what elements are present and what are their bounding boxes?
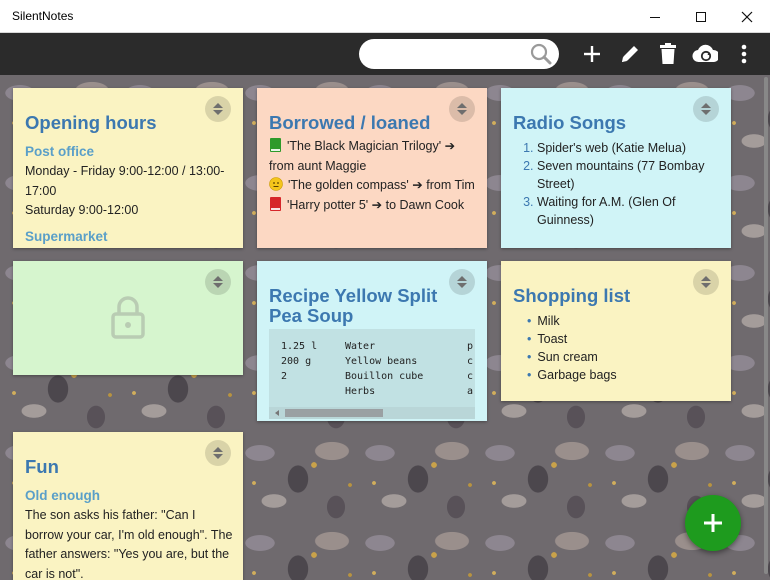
table-cell: 200 g: [281, 356, 312, 367]
smiley-icon: [269, 177, 283, 191]
more-vert-icon: [741, 44, 747, 64]
add-icon: [704, 514, 722, 532]
horizontal-scrollbar[interactable]: [269, 407, 475, 419]
table-row: 200 g Yellow beans c: [281, 356, 473, 371]
scroll-left-icon[interactable]: [273, 409, 281, 417]
table-cell: p: [467, 341, 474, 352]
list-item: • Garbage bags: [527, 368, 617, 382]
cloud-sync-icon: [692, 44, 718, 63]
note-shopping-list[interactable]: Shopping list • Milk • Toast • Sun cream • G…: [501, 261, 731, 401]
maximize-icon: [696, 11, 706, 22]
list-item: 'The golden compass' ➔ from Tim: [269, 176, 477, 196]
text-line: Saturday 9:00-12:00: [25, 203, 139, 217]
add-note-button[interactable]: [579, 41, 605, 67]
section-heading: Old enough: [25, 488, 100, 503]
table-cell: Bouillon cube: [345, 371, 424, 382]
table-row: 2 Bouillon cube c: [281, 371, 473, 386]
note-title: Shopping list: [513, 285, 631, 306]
section-heading: Supermarket: [25, 228, 108, 244]
delete-button[interactable]: [655, 41, 681, 67]
item-text: Toast: [537, 332, 568, 346]
edit-button[interactable]: [617, 41, 643, 67]
vertical-scrollbar[interactable]: [762, 75, 770, 580]
table-row: Herbs a: [281, 386, 473, 401]
note-locked[interactable]: [13, 261, 243, 375]
code-block[interactable]: 1.25 l Water p 200 g Yellow beans c 2 Bouillo…: [269, 329, 475, 419]
note-title: Opening hours: [25, 112, 157, 133]
note-body: Spider's web (Katie Melua) Seven mountai…: [513, 139, 721, 229]
notes-board[interactable]: Opening hours Post office Monday - Frida…: [0, 75, 770, 580]
text-line: Monday - Friday 9:00-12:00 / 13:00-17:00: [25, 164, 225, 198]
recipe-table: 1.25 l Water p 200 g Yellow beans c 2 Bouillo…: [281, 341, 473, 401]
green-book-icon: [270, 138, 281, 152]
scrollbar-thumb[interactable]: [764, 77, 768, 574]
list-item: Spider's web (Katie Melua): [537, 139, 721, 157]
list-item: Waiting for A.M. (Glen Of Guinness): [537, 193, 721, 229]
list-item: • Toast: [527, 332, 568, 346]
note-title: Recipe Yellow Split Pea Soup: [269, 285, 438, 326]
search-box[interactable]: [359, 39, 559, 69]
search-icon[interactable]: [529, 43, 553, 69]
search-input[interactable]: [371, 44, 521, 64]
note-title: Radio Songs: [513, 112, 627, 133]
note-body: • Milk • Toast • Sun cream • Garbage bags: [525, 312, 721, 384]
item-text: 'The Black Magician Trilogy' ➔ from aunt…: [269, 139, 456, 173]
close-button[interactable]: [724, 0, 770, 33]
list-item: Seven mountains (77 Bombay Street): [537, 157, 721, 193]
item-text: 'Harry potter 5' ➔ to Dawn Cook: [287, 197, 465, 212]
note-fun[interactable]: Fun Old enough The son asks his father: …: [13, 432, 243, 580]
minimize-button[interactable]: [632, 0, 678, 33]
item-text: Sun cream: [537, 350, 598, 364]
add-note-fab[interactable]: [685, 495, 741, 551]
note-opening-hours[interactable]: Opening hours Post office Monday - Frida…: [13, 88, 243, 248]
item-text: 'The golden compass' ➔ from Tim: [288, 178, 475, 192]
note-radio-songs[interactable]: Radio Songs Spider's web (Katie Melua) S…: [501, 88, 731, 248]
drag-updown-icon: [213, 276, 223, 288]
item-text: Garbage bags: [537, 368, 617, 382]
table-cell: 2: [281, 371, 288, 382]
note-recipe[interactable]: Recipe Yellow Split Pea Soup 1.25 l Water…: [257, 261, 487, 421]
pencil-icon: [622, 46, 638, 62]
title-bar: SilentNotes: [0, 0, 770, 33]
maximize-button[interactable]: [678, 0, 724, 33]
minimize-icon: [650, 16, 660, 18]
table-cell: 1.25 l: [281, 341, 318, 352]
window-title: SilentNotes: [12, 9, 74, 23]
table-cell: Herbs: [345, 386, 376, 397]
note-body: Post office Monday - Friday 9:00-12:00 /…: [25, 142, 233, 247]
table-cell: Water: [345, 341, 376, 352]
note-body: Old enough The son asks his father: "Can…: [25, 486, 233, 580]
drag-handle[interactable]: [205, 269, 231, 295]
table-cell: a: [467, 386, 474, 397]
list-item: 'The Black Magician Trilogy' ➔ from aunt…: [269, 137, 477, 176]
scrollbar-thumb[interactable]: [285, 409, 383, 417]
table-cell: Yellow beans: [345, 356, 418, 367]
table-cell: c: [467, 356, 474, 367]
lock-icon: [111, 296, 145, 339]
table-row: 1.25 l Water p: [281, 341, 473, 356]
note-title: Fun: [25, 456, 59, 477]
list-item: • Milk: [527, 314, 560, 328]
table-cell: [281, 386, 345, 401]
note-body: 'The Black Magician Trilogy' ➔ from aunt…: [269, 137, 477, 215]
close-icon: [741, 11, 753, 22]
list-item: • Sun cream: [527, 350, 598, 364]
note-text: The son asks his father: "Can I borrow y…: [25, 508, 233, 580]
ordered-list: Spider's web (Katie Melua) Seven mountai…: [513, 139, 721, 229]
toolbar: [0, 33, 770, 75]
bullet-list: • Milk • Toast • Sun cream • Garbage bags: [525, 312, 721, 384]
note-title: Borrowed / loaned: [269, 112, 431, 133]
item-text: Milk: [537, 314, 560, 328]
add-icon: [584, 46, 600, 62]
trash-icon: [660, 43, 676, 64]
sync-button[interactable]: [692, 41, 718, 67]
table-cell: c: [467, 371, 474, 382]
more-menu-button[interactable]: [731, 41, 757, 67]
red-book-icon: [270, 196, 281, 211]
note-borrowed-loaned[interactable]: Borrowed / loaned 'The Black Magician Tr…: [257, 88, 487, 248]
list-item: 'Harry potter 5' ➔ to Dawn Cook: [269, 196, 477, 216]
section-heading: Post office: [25, 144, 95, 159]
